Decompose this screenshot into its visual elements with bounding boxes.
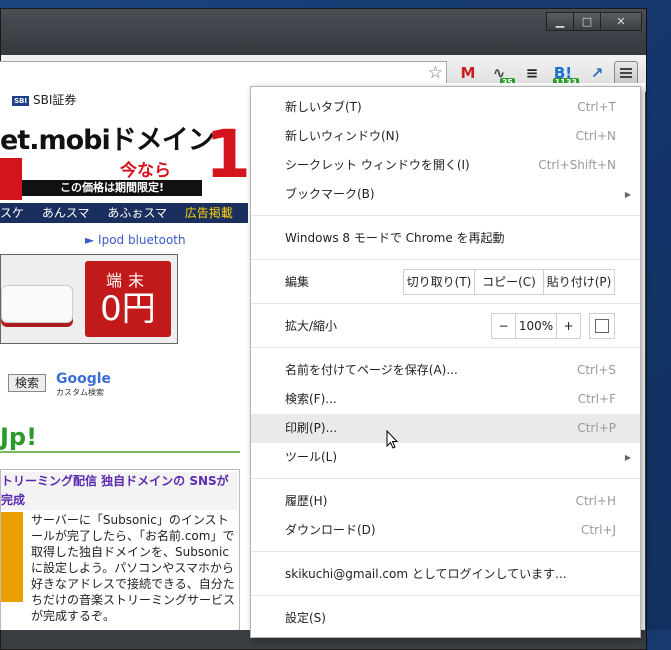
menu-item-tools[interactable]: ツール(L) ▶ (251, 443, 640, 472)
menu-item-bookmarks[interactable]: ブックマーク(B) ▶ (251, 180, 640, 209)
gmail-icon[interactable]: M (456, 62, 480, 84)
article-title[interactable]: トリーミング配信 独自ドメインの SNSが完成 (1, 472, 237, 510)
router-image (1, 285, 73, 323)
sbi-logo: SBI (12, 95, 29, 106)
title-bar: ▁ □ ✕ (1, 9, 646, 55)
menu-item-zoom: 拡大/縮小 (285, 319, 338, 333)
banner-big-number: 1 (205, 116, 251, 193)
site-navbar: スケ あんスマ あふぉスマ 広告掲載 (0, 203, 248, 223)
paste-button[interactable]: 貼り付け(P) (543, 269, 615, 295)
submenu-arrow-icon: ▶ (624, 190, 631, 199)
chrome-menu: 新しいタブ(T) Ctrl+T 新しいウィンドウ(N) Ctrl+N シークレット … (250, 86, 641, 638)
banner-red-block (0, 158, 22, 200)
menu-item-history[interactable]: 履歴(H) Ctrl+H (251, 487, 640, 516)
menu-item-signed-in[interactable]: skikuchi@gmail.com としてログインしています... (251, 560, 640, 589)
search-button[interactable]: 検索 (8, 374, 46, 392)
device-ad[interactable]: 端末 0円 (0, 254, 178, 344)
menu-item-new-window[interactable]: 新しいウィンドウ(N) Ctrl+N (251, 122, 640, 151)
google-custom-search-logo: Google カスタム検索 (56, 371, 112, 397)
fullscreen-button[interactable] (589, 313, 615, 339)
menu-item-incognito[interactable]: シークレット ウィンドウを開く(I) Ctrl+Shift+N (251, 151, 640, 180)
stats-icon[interactable]: ∿35 (487, 62, 515, 88)
section-heading: Jp! (0, 423, 38, 451)
banner-title: et.mobiドメイン (0, 125, 215, 156)
menu-item-settings[interactable]: 設定(S) (251, 604, 640, 633)
banner-strip: この価格は期間限定! (22, 180, 202, 196)
submenu-arrow-icon: ▶ (624, 453, 631, 462)
menu-item-save-page[interactable]: 名前を付けてページを保存(A)... Ctrl+S (251, 356, 640, 385)
mouse-cursor-icon (386, 430, 399, 449)
fullscreen-icon (595, 319, 602, 326)
menu-item-relaunch-windows8[interactable]: Windows 8 モードで Chrome を再起動 (251, 224, 640, 253)
star-icon[interactable]: ☆ (428, 63, 443, 83)
nav-item[interactable]: スケ (0, 206, 24, 220)
nav-item[interactable]: あふぉスマ (107, 206, 167, 220)
zoom-in-button[interactable]: + (556, 313, 581, 339)
divider (0, 451, 240, 453)
menu-item-downloads[interactable]: ダウンロード(D) Ctrl+J (251, 516, 640, 545)
article-box: トリーミング配信 独自ドメインの SNSが完成 サーバーに「Subsonic」の… (0, 469, 240, 630)
chrome-menu-button[interactable] (614, 61, 638, 85)
menu-separator (251, 595, 640, 596)
close-button[interactable]: ✕ (600, 12, 642, 31)
chart-icon[interactable]: ↗ (585, 62, 609, 84)
domain-banner-ad[interactable]: et.mobiドメイン 今なら 1 この価格は期間限定! (0, 116, 251, 200)
layers-icon[interactable]: ≡ (520, 62, 544, 84)
menu-item-print[interactable]: 印刷(P)... Ctrl+P (251, 414, 640, 443)
sbi-link[interactable]: SBI SBI証券 (12, 91, 76, 108)
minimize-button[interactable]: ▁ (546, 12, 574, 31)
menu-item-new-tab[interactable]: 新しいタブ(T) Ctrl+T (251, 93, 640, 122)
menu-separator (251, 215, 640, 216)
banner-now-text: 今なら (120, 161, 171, 181)
zoom-out-button[interactable]: − (491, 313, 516, 339)
menu-separator (251, 259, 640, 260)
menu-separator (251, 303, 640, 304)
nav-item-ad[interactable]: 広告掲載 (185, 206, 233, 220)
menu-separator (251, 551, 640, 552)
menu-icon (620, 68, 632, 70)
menu-item-find[interactable]: 検索(F)... Ctrl+F (251, 385, 640, 414)
ad-price-box: 端末 0円 (85, 261, 171, 337)
menu-separator (251, 478, 640, 479)
hatena-bookmark-icon[interactable]: B!1133 (551, 62, 579, 88)
article-text: サーバーに「Subsonic」のインストールが完了したら、「お名前.com」で取… (31, 513, 236, 623)
window-controls: ▁ □ ✕ (546, 12, 642, 31)
maximize-button[interactable]: □ (573, 12, 601, 31)
menu-separator (251, 347, 640, 348)
zoom-level: 100% (515, 313, 557, 339)
article-image (1, 512, 23, 602)
cut-button[interactable]: 切り取り(T) (403, 269, 475, 295)
address-bar[interactable]: ☆ (0, 61, 447, 85)
copy-button[interactable]: コピー(C) (474, 269, 544, 295)
nav-item[interactable]: あんスマ (42, 206, 90, 220)
ipod-bluetooth-link[interactable]: ► Ipod bluetooth (85, 233, 186, 247)
